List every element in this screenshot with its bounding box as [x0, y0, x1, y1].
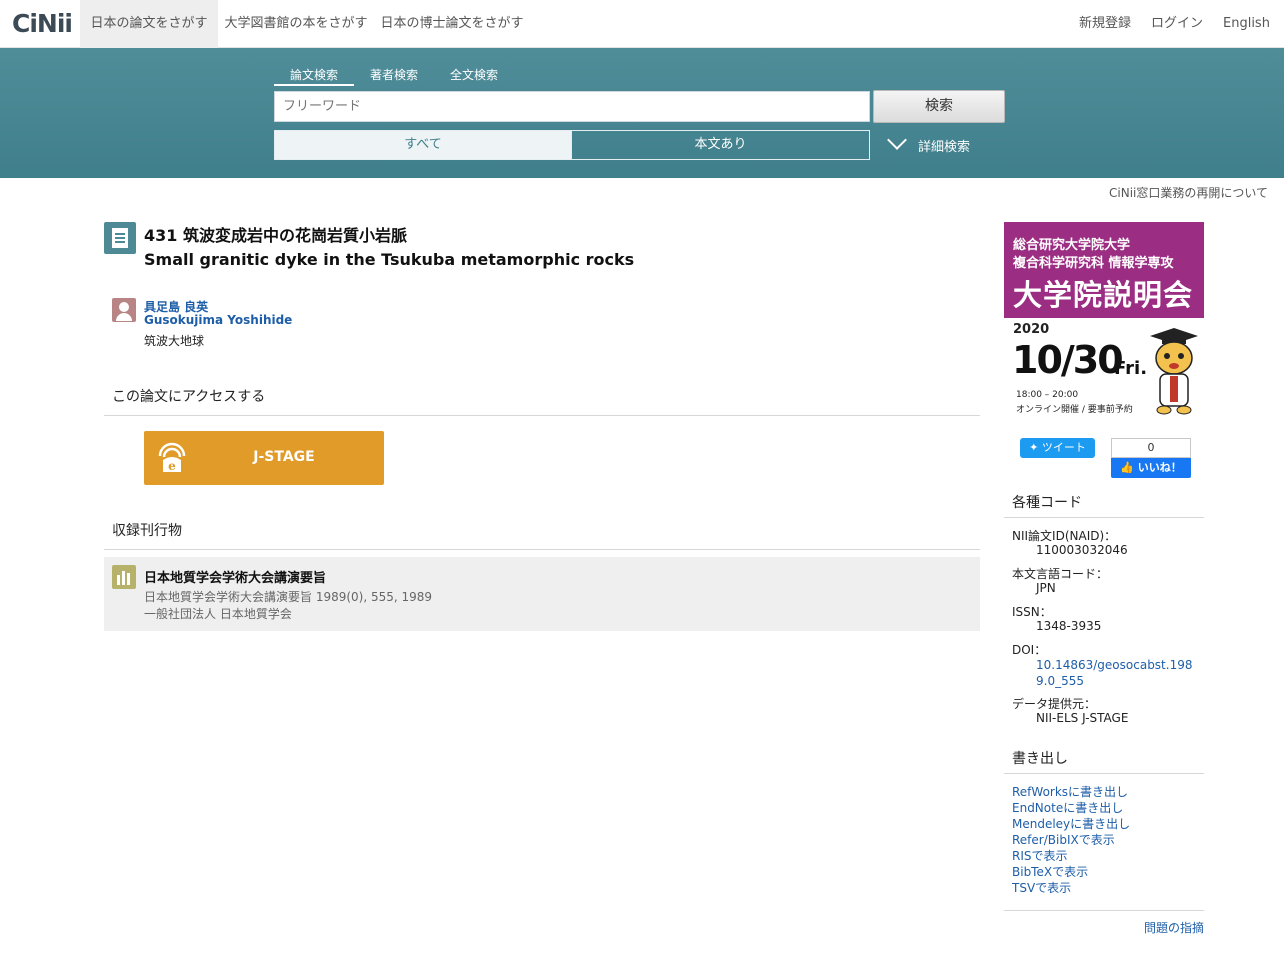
- export-tsv[interactable]: TSVで表示: [1012, 879, 1071, 896]
- cinii-logo[interactable]: CiNii: [12, 9, 73, 38]
- thumbs-up-icon: 👍: [1120, 461, 1138, 474]
- english-link[interactable]: English: [1223, 0, 1270, 48]
- export-endnote[interactable]: EndNoteに書き出し: [1012, 799, 1123, 816]
- top-navbar: CiNii 日本の論文をさがす 大学図書館の本をさがす 日本の博士論文をさがす …: [0, 0, 1284, 48]
- article-title-ja: 431 筑波変成岩中の花崗岩質小岩脈: [144, 226, 407, 245]
- source-label: データ提供元：: [1012, 697, 1097, 711]
- article-title-en: Small granitic dyke in the Tsukuba metam…: [144, 250, 635, 269]
- doi-link[interactable]: 10.14863/geosocabst.1989.0_555: [1036, 657, 1196, 689]
- notice-text[interactable]: CiNii窓口業務の再開について: [1109, 186, 1268, 200]
- tab-fulltext-search[interactable]: 全文検索: [434, 66, 514, 86]
- codes-heading: 各種コード: [1004, 492, 1204, 518]
- author-name-en[interactable]: Gusokujima Yoshihide: [144, 313, 292, 327]
- naid-value: 110003032046: [1036, 543, 1128, 557]
- mascot-illustration: [1150, 328, 1198, 415]
- source-value: NII-ELS J-STAGE: [1036, 711, 1129, 725]
- twitter-bird-icon: ✦: [1029, 441, 1042, 454]
- tweet-label: ツイート: [1041, 441, 1086, 454]
- banner-line2: 複合科学研究科 情報学専攻: [1013, 256, 1174, 271]
- like-count: 0: [1111, 438, 1191, 458]
- export-refer-bibix[interactable]: Refer/BibIXで表示: [1012, 831, 1115, 848]
- author-affiliation: 筑波大地球: [144, 334, 205, 348]
- advanced-search-link[interactable]: 詳細検索: [887, 130, 971, 155]
- facebook-like-button[interactable]: 👍 いいね！: [1111, 458, 1191, 478]
- banner-line1: 総合研究大学院大学: [1013, 238, 1131, 253]
- notice-link[interactable]: CiNii窓口業務の再開について: [1109, 184, 1268, 201]
- document-icon: [104, 222, 136, 254]
- banner-note: オンライン開催 / 要事前予約: [1016, 405, 1133, 415]
- journal-card: 日本地質学会学術大会講演要旨 日本地質学会学術大会講演要旨 1989(0), 5…: [104, 557, 980, 631]
- event-banner[interactable]: 総合研究大学院大学 複合科学研究科 情報学専攻 大学院説明会 2020 10/3…: [1004, 222, 1204, 418]
- export-heading: 書き出し: [1004, 748, 1204, 774]
- banner-day: Fri.: [1114, 358, 1148, 379]
- advanced-search-label: 詳細検索: [918, 140, 971, 155]
- tab-author-search[interactable]: 著者検索: [354, 66, 434, 86]
- banner-time: 18:00 – 20:00: [1016, 390, 1079, 400]
- language-value: JPN: [1036, 581, 1056, 595]
- journal-heading: 収録刊行物: [104, 520, 980, 550]
- register-link[interactable]: 新規登録: [1079, 0, 1131, 48]
- scope-all-toggle[interactable]: すべて: [274, 130, 572, 160]
- banner-date: 10/30: [1012, 338, 1124, 382]
- search-input[interactable]: [274, 91, 870, 122]
- issn-label: ISSN：: [1012, 605, 1052, 619]
- issn-value: 1348-3935: [1036, 619, 1102, 633]
- jstage-label: J-STAGE: [253, 449, 315, 465]
- tab-article-search[interactable]: 論文検索: [274, 66, 354, 86]
- access-heading: この論文にアクセスする: [104, 386, 980, 416]
- jstage-button[interactable]: e J-STAGE: [144, 431, 384, 485]
- author-icon: [112, 298, 136, 322]
- report-problem-link[interactable]: 問題の指摘: [1144, 919, 1204, 936]
- nav-tab-articles[interactable]: 日本の論文をさがす: [80, 0, 218, 48]
- nav-tab-dissertations[interactable]: 日本の博士論文をさがす: [374, 0, 530, 48]
- banner-line3: 大学院説明会: [1013, 278, 1194, 312]
- export-refworks[interactable]: RefWorksに書き出し: [1012, 783, 1128, 800]
- export-bibtex[interactable]: BibTeXで表示: [1012, 863, 1088, 880]
- journal-publisher: 一般社団法人 日本地質学会: [144, 607, 292, 621]
- export-ris[interactable]: RISで表示: [1012, 847, 1068, 864]
- journal-icon: [112, 565, 136, 589]
- journal-title[interactable]: 日本地質学会学術大会講演要旨: [144, 567, 326, 586]
- tweet-button[interactable]: ✦ ツイート: [1020, 438, 1095, 458]
- export-mendeley[interactable]: Mendeleyに書き出し: [1012, 815, 1130, 832]
- sidebar-divider: [1004, 910, 1204, 911]
- banner-year: 2020: [1013, 322, 1050, 337]
- scope-fulltext-toggle[interactable]: 本文あり: [571, 130, 870, 160]
- like-label: いいね！: [1137, 461, 1182, 474]
- nav-tab-books[interactable]: 大学図書館の本をさがす: [218, 0, 374, 48]
- naid-label: NII論文ID(NAID)：: [1012, 529, 1117, 543]
- journal-citation: 日本地質学会学術大会講演要旨 1989(0), 555, 1989: [144, 590, 433, 604]
- search-button[interactable]: 検索: [873, 90, 1005, 123]
- doi-label: DOI：: [1012, 643, 1047, 657]
- login-link[interactable]: ログイン: [1151, 0, 1203, 48]
- language-label: 本文言語コード：: [1012, 567, 1109, 581]
